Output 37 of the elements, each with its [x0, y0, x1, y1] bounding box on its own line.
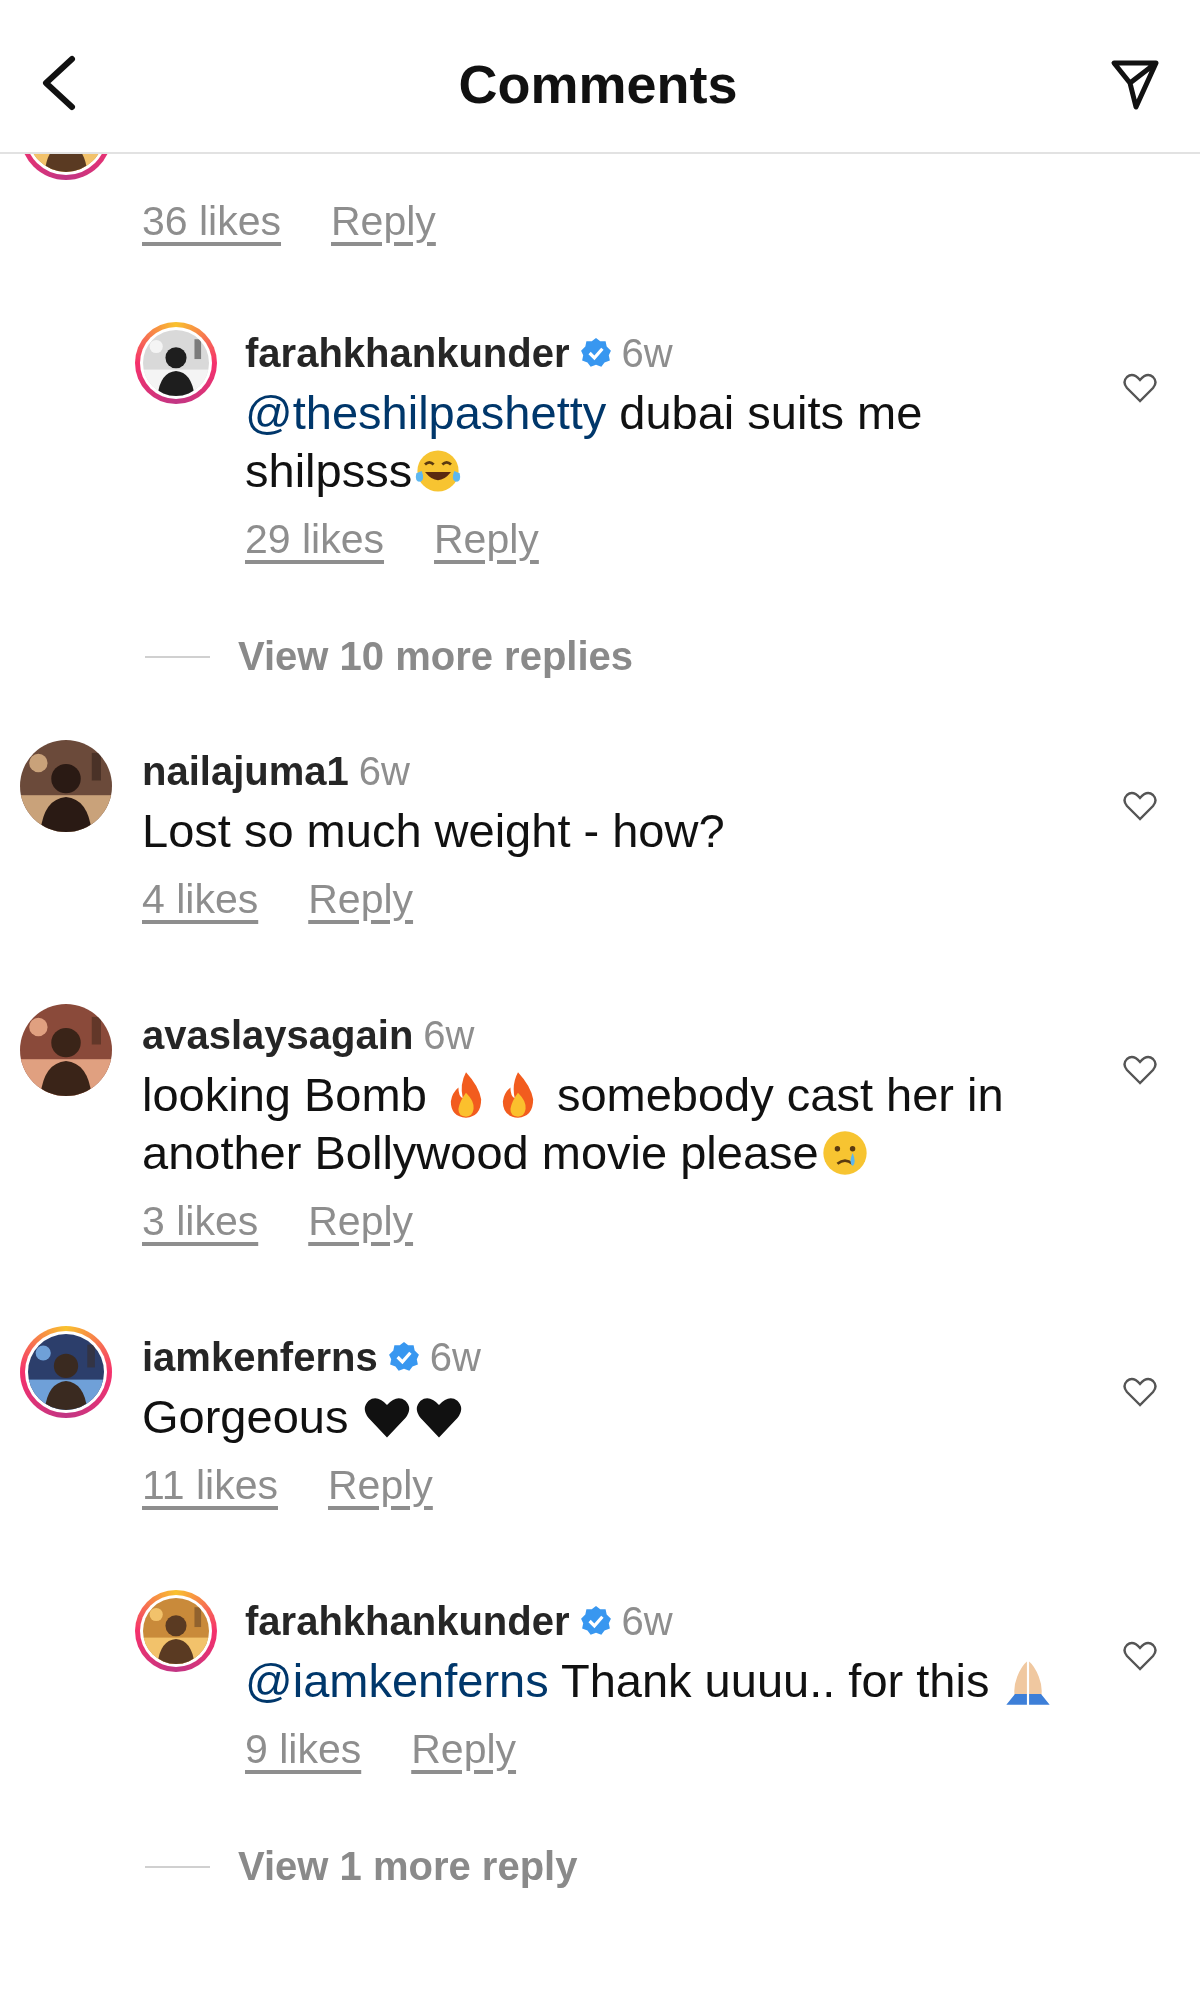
view-replies-link[interactable]: View 10 more replies: [238, 634, 634, 679]
mention-link[interactable]: @theshilpashetty: [245, 386, 607, 439]
likes-link[interactable]: 9 likes: [245, 1725, 362, 1773]
comment-text: @iamkenferns Thank uuuu.. for this: [245, 1652, 1080, 1710]
view-replies-link[interactable]: View 1 more reply: [238, 1844, 578, 1889]
reply-link[interactable]: Reply: [411, 1725, 517, 1773]
like-heart-icon[interactable]: [1123, 372, 1157, 404]
like-heart-icon[interactable]: [1123, 1054, 1157, 1086]
timestamp: 6w: [429, 1334, 481, 1380]
comment-text: Gorgeous: [142, 1388, 1080, 1446]
likes-link[interactable]: 11 likes: [142, 1461, 278, 1509]
reply-link[interactable]: Reply: [328, 1461, 433, 1509]
reply-link[interactable]: Reply: [434, 515, 539, 563]
likes-link[interactable]: 36 likes: [142, 197, 281, 245]
mention-link[interactable]: @iamkenferns: [245, 1654, 549, 1707]
comment-text: @theshilpashetty dubai suits me shilpsss: [245, 385, 924, 499]
username[interactable]: avaslaysagain: [142, 1012, 414, 1058]
comment-text: Lost so much weight - how?: [142, 803, 726, 859]
timestamp: 6w: [358, 748, 410, 794]
reply-link[interactable]: Reply: [308, 875, 414, 923]
like-heart-icon[interactable]: [1123, 1376, 1157, 1408]
like-heart-icon[interactable]: [1123, 790, 1157, 822]
username[interactable]: iamkenferns: [142, 1334, 378, 1380]
timestamp: 6w: [621, 330, 673, 376]
page-title: Comments: [458, 53, 738, 115]
reply-link[interactable]: Reply: [308, 1197, 414, 1245]
likes-link[interactable]: 29 likes: [245, 515, 384, 563]
likes-link[interactable]: 4 likes: [142, 875, 259, 923]
likes-link[interactable]: 3 likes: [142, 1197, 259, 1245]
like-heart-icon[interactable]: [1123, 1640, 1157, 1672]
comment-text: looking Bomb somebody cast her in another Bollywood movie please: [142, 1067, 1005, 1181]
username[interactable]: nailajuma1: [142, 748, 349, 794]
username[interactable]: farahkhankunder: [245, 1598, 570, 1644]
username[interactable]: farahkhankunder: [245, 330, 570, 376]
reply-link[interactable]: Reply: [331, 197, 436, 245]
timestamp: 6w: [423, 1012, 475, 1058]
timestamp: 6w: [621, 1598, 673, 1644]
